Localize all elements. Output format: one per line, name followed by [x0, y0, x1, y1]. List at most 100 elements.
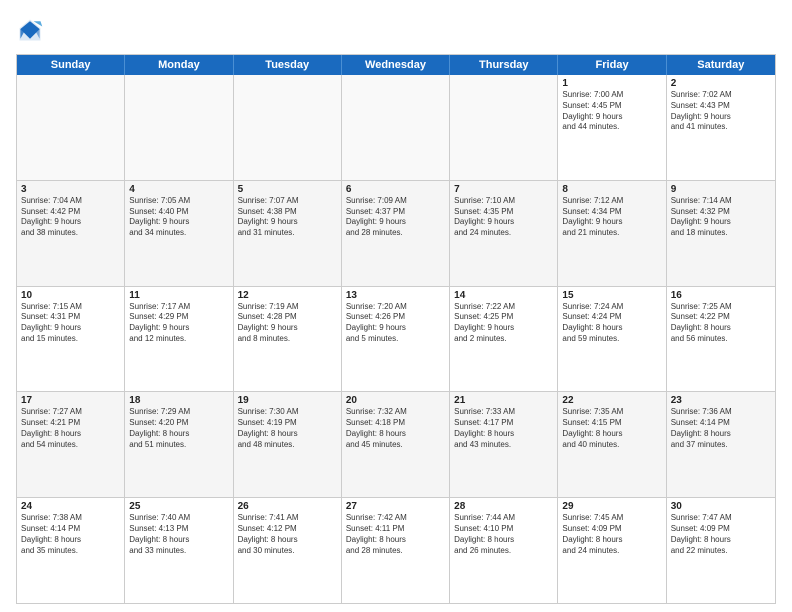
- calendar-row-3: 10Sunrise: 7:15 AM Sunset: 4:31 PM Dayli…: [17, 287, 775, 393]
- day-number: 19: [238, 395, 337, 406]
- day-cell-7: 7Sunrise: 7:10 AM Sunset: 4:35 PM Daylig…: [450, 181, 558, 286]
- day-info: Sunrise: 7:27 AM Sunset: 4:21 PM Dayligh…: [21, 407, 120, 450]
- day-number: 7: [454, 184, 553, 195]
- day-number: 17: [21, 395, 120, 406]
- day-info: Sunrise: 7:17 AM Sunset: 4:29 PM Dayligh…: [129, 302, 228, 345]
- empty-cell-0-2: [234, 75, 342, 180]
- day-cell-13: 13Sunrise: 7:20 AM Sunset: 4:26 PM Dayli…: [342, 287, 450, 392]
- day-info: Sunrise: 7:02 AM Sunset: 4:43 PM Dayligh…: [671, 90, 771, 133]
- day-info: Sunrise: 7:33 AM Sunset: 4:17 PM Dayligh…: [454, 407, 553, 450]
- day-number: 29: [562, 501, 661, 512]
- calendar-row-2: 3Sunrise: 7:04 AM Sunset: 4:42 PM Daylig…: [17, 181, 775, 287]
- day-info: Sunrise: 7:22 AM Sunset: 4:25 PM Dayligh…: [454, 302, 553, 345]
- day-info: Sunrise: 7:10 AM Sunset: 4:35 PM Dayligh…: [454, 196, 553, 239]
- day-number: 13: [346, 290, 445, 301]
- day-info: Sunrise: 7:19 AM Sunset: 4:28 PM Dayligh…: [238, 302, 337, 345]
- day-number: 2: [671, 78, 771, 89]
- empty-cell-0-4: [450, 75, 558, 180]
- day-cell-1: 1Sunrise: 7:00 AM Sunset: 4:45 PM Daylig…: [558, 75, 666, 180]
- day-number: 27: [346, 501, 445, 512]
- day-number: 18: [129, 395, 228, 406]
- empty-cell-0-0: [17, 75, 125, 180]
- calendar-row-5: 24Sunrise: 7:38 AM Sunset: 4:14 PM Dayli…: [17, 498, 775, 603]
- day-cell-5: 5Sunrise: 7:07 AM Sunset: 4:38 PM Daylig…: [234, 181, 342, 286]
- day-number: 25: [129, 501, 228, 512]
- day-info: Sunrise: 7:36 AM Sunset: 4:14 PM Dayligh…: [671, 407, 771, 450]
- day-number: 5: [238, 184, 337, 195]
- day-info: Sunrise: 7:44 AM Sunset: 4:10 PM Dayligh…: [454, 513, 553, 556]
- day-number: 4: [129, 184, 228, 195]
- day-number: 30: [671, 501, 771, 512]
- day-info: Sunrise: 7:20 AM Sunset: 4:26 PM Dayligh…: [346, 302, 445, 345]
- calendar-row-1: 1Sunrise: 7:00 AM Sunset: 4:45 PM Daylig…: [17, 75, 775, 181]
- day-cell-29: 29Sunrise: 7:45 AM Sunset: 4:09 PM Dayli…: [558, 498, 666, 603]
- day-info: Sunrise: 7:42 AM Sunset: 4:11 PM Dayligh…: [346, 513, 445, 556]
- calendar: SundayMondayTuesdayWednesdayThursdayFrid…: [16, 54, 776, 604]
- day-number: 3: [21, 184, 120, 195]
- day-number: 6: [346, 184, 445, 195]
- day-cell-2: 2Sunrise: 7:02 AM Sunset: 4:43 PM Daylig…: [667, 75, 775, 180]
- day-cell-27: 27Sunrise: 7:42 AM Sunset: 4:11 PM Dayli…: [342, 498, 450, 603]
- day-cell-21: 21Sunrise: 7:33 AM Sunset: 4:17 PM Dayli…: [450, 392, 558, 497]
- day-cell-16: 16Sunrise: 7:25 AM Sunset: 4:22 PM Dayli…: [667, 287, 775, 392]
- day-cell-28: 28Sunrise: 7:44 AM Sunset: 4:10 PM Dayli…: [450, 498, 558, 603]
- day-number: 23: [671, 395, 771, 406]
- day-info: Sunrise: 7:14 AM Sunset: 4:32 PM Dayligh…: [671, 196, 771, 239]
- day-number: 21: [454, 395, 553, 406]
- day-info: Sunrise: 7:40 AM Sunset: 4:13 PM Dayligh…: [129, 513, 228, 556]
- page: SundayMondayTuesdayWednesdayThursdayFrid…: [0, 0, 792, 612]
- day-cell-23: 23Sunrise: 7:36 AM Sunset: 4:14 PM Dayli…: [667, 392, 775, 497]
- day-info: Sunrise: 7:15 AM Sunset: 4:31 PM Dayligh…: [21, 302, 120, 345]
- logo: [16, 16, 48, 44]
- day-cell-22: 22Sunrise: 7:35 AM Sunset: 4:15 PM Dayli…: [558, 392, 666, 497]
- day-cell-9: 9Sunrise: 7:14 AM Sunset: 4:32 PM Daylig…: [667, 181, 775, 286]
- day-header-friday: Friday: [558, 55, 666, 75]
- day-info: Sunrise: 7:47 AM Sunset: 4:09 PM Dayligh…: [671, 513, 771, 556]
- day-info: Sunrise: 7:07 AM Sunset: 4:38 PM Dayligh…: [238, 196, 337, 239]
- day-info: Sunrise: 7:25 AM Sunset: 4:22 PM Dayligh…: [671, 302, 771, 345]
- day-info: Sunrise: 7:24 AM Sunset: 4:24 PM Dayligh…: [562, 302, 661, 345]
- day-cell-10: 10Sunrise: 7:15 AM Sunset: 4:31 PM Dayli…: [17, 287, 125, 392]
- day-header-saturday: Saturday: [667, 55, 775, 75]
- day-cell-8: 8Sunrise: 7:12 AM Sunset: 4:34 PM Daylig…: [558, 181, 666, 286]
- day-cell-25: 25Sunrise: 7:40 AM Sunset: 4:13 PM Dayli…: [125, 498, 233, 603]
- calendar-row-4: 17Sunrise: 7:27 AM Sunset: 4:21 PM Dayli…: [17, 392, 775, 498]
- day-number: 14: [454, 290, 553, 301]
- day-number: 9: [671, 184, 771, 195]
- day-cell-24: 24Sunrise: 7:38 AM Sunset: 4:14 PM Dayli…: [17, 498, 125, 603]
- day-cell-3: 3Sunrise: 7:04 AM Sunset: 4:42 PM Daylig…: [17, 181, 125, 286]
- day-info: Sunrise: 7:05 AM Sunset: 4:40 PM Dayligh…: [129, 196, 228, 239]
- day-number: 11: [129, 290, 228, 301]
- day-info: Sunrise: 7:00 AM Sunset: 4:45 PM Dayligh…: [562, 90, 661, 133]
- day-cell-20: 20Sunrise: 7:32 AM Sunset: 4:18 PM Dayli…: [342, 392, 450, 497]
- day-number: 12: [238, 290, 337, 301]
- day-info: Sunrise: 7:09 AM Sunset: 4:37 PM Dayligh…: [346, 196, 445, 239]
- day-number: 15: [562, 290, 661, 301]
- day-info: Sunrise: 7:04 AM Sunset: 4:42 PM Dayligh…: [21, 196, 120, 239]
- day-cell-30: 30Sunrise: 7:47 AM Sunset: 4:09 PM Dayli…: [667, 498, 775, 603]
- day-cell-12: 12Sunrise: 7:19 AM Sunset: 4:28 PM Dayli…: [234, 287, 342, 392]
- day-header-tuesday: Tuesday: [234, 55, 342, 75]
- calendar-body: 1Sunrise: 7:00 AM Sunset: 4:45 PM Daylig…: [17, 75, 775, 603]
- day-number: 8: [562, 184, 661, 195]
- day-info: Sunrise: 7:32 AM Sunset: 4:18 PM Dayligh…: [346, 407, 445, 450]
- day-cell-15: 15Sunrise: 7:24 AM Sunset: 4:24 PM Dayli…: [558, 287, 666, 392]
- day-header-wednesday: Wednesday: [342, 55, 450, 75]
- day-header-thursday: Thursday: [450, 55, 558, 75]
- day-number: 1: [562, 78, 661, 89]
- day-number: 16: [671, 290, 771, 301]
- day-cell-14: 14Sunrise: 7:22 AM Sunset: 4:25 PM Dayli…: [450, 287, 558, 392]
- empty-cell-0-3: [342, 75, 450, 180]
- day-cell-26: 26Sunrise: 7:41 AM Sunset: 4:12 PM Dayli…: [234, 498, 342, 603]
- day-number: 10: [21, 290, 120, 301]
- day-info: Sunrise: 7:12 AM Sunset: 4:34 PM Dayligh…: [562, 196, 661, 239]
- day-number: 22: [562, 395, 661, 406]
- day-cell-4: 4Sunrise: 7:05 AM Sunset: 4:40 PM Daylig…: [125, 181, 233, 286]
- day-header-sunday: Sunday: [17, 55, 125, 75]
- day-number: 24: [21, 501, 120, 512]
- logo-icon: [16, 16, 44, 44]
- day-cell-18: 18Sunrise: 7:29 AM Sunset: 4:20 PM Dayli…: [125, 392, 233, 497]
- day-info: Sunrise: 7:35 AM Sunset: 4:15 PM Dayligh…: [562, 407, 661, 450]
- calendar-header: SundayMondayTuesdayWednesdayThursdayFrid…: [17, 55, 775, 75]
- header: [16, 16, 776, 44]
